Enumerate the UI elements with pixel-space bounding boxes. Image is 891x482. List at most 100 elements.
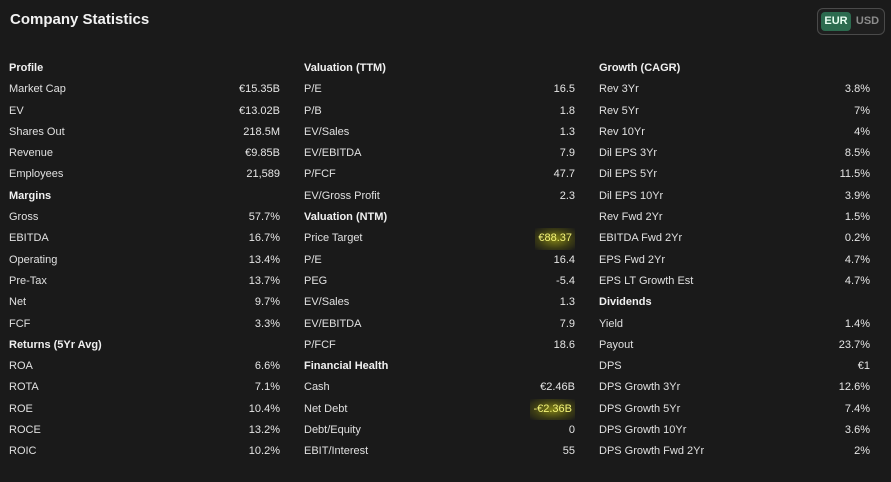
stat-row: ROE 10.4% [9, 399, 280, 420]
stat-label: DPS Growth Fwd 2Yr [599, 445, 705, 458]
stat-row: ROCE 13.2% [9, 420, 280, 441]
stat-value: €13.02B [239, 104, 280, 117]
stat-row: EV/Sales 1.3 [304, 122, 575, 143]
stat-label: Net Debt [304, 402, 348, 415]
stat-label: DPS Growth 5Yr [599, 402, 681, 415]
stat-row: Debt/Equity 0 [304, 420, 575, 441]
stat-value: 0 [568, 424, 575, 437]
section-title: Valuation (NTM) [304, 211, 388, 224]
stat-label: P/B [304, 104, 322, 117]
currency-option-eur[interactable]: EUR [821, 12, 851, 31]
stat-label: ROE [9, 402, 33, 415]
stat-label: Rev Fwd 2Yr [599, 211, 663, 224]
stat-value: 16.5 [553, 83, 575, 96]
stat-label: EBIT/Interest [304, 445, 369, 458]
currency-toggle[interactable]: EUR USD [817, 8, 885, 35]
section-title: Financial Health [304, 360, 389, 373]
stat-value-highlighted: -€2.36B [530, 398, 575, 421]
stat-row: Rev 3Yr 3.8% [599, 79, 870, 100]
stat-row: Employees 21,589 [9, 164, 280, 185]
stat-label: EV/EBITDA [304, 317, 362, 330]
stat-value: 7.9 [559, 317, 575, 330]
stat-label: EPS Fwd 2Yr [599, 253, 666, 266]
stat-row: Rev 10Yr 4% [599, 122, 870, 143]
stat-value: 4.7% [844, 274, 870, 287]
stat-value: 7.9 [559, 147, 575, 160]
stat-value: 3.9% [844, 189, 870, 202]
stat-value: 10.4% [248, 402, 280, 415]
stat-row: EV €13.02B [9, 101, 280, 122]
stat-label: EV/EBITDA [304, 147, 362, 160]
stat-label: EBITDA [9, 232, 49, 245]
stat-label: DPS Growth 10Yr [599, 424, 687, 437]
stat-value: 2.3 [559, 189, 575, 202]
stat-row: P/FCF 47.7 [304, 164, 575, 185]
stat-label: Rev 5Yr [599, 104, 639, 117]
stat-row: EBITDA Fwd 2Yr 0.2% [599, 228, 870, 249]
stat-label: ROIC [9, 445, 37, 458]
stat-value: 1.5% [844, 211, 870, 224]
stat-value: €9.85B [245, 147, 280, 160]
stat-row: Market Cap €15.35B [9, 79, 280, 100]
stat-row: EBITDA 16.7% [9, 228, 280, 249]
stat-label: PEG [304, 274, 328, 287]
stat-label: Cash [304, 381, 330, 394]
stat-label: Dil EPS 10Yr [599, 189, 664, 202]
stat-value: 3.6% [844, 424, 870, 437]
stat-value: 218.5M [243, 125, 280, 138]
stat-label: EV/Sales [304, 296, 350, 309]
stat-label: Rev 10Yr [599, 125, 645, 138]
section-title: Margins [9, 189, 52, 202]
stat-value: 11.5% [839, 168, 870, 181]
stat-row: Pre-Tax 13.7% [9, 271, 280, 292]
stat-row: ROA 6.6% [9, 356, 280, 377]
stat-value: 0.2% [844, 232, 870, 245]
stat-row: Payout 23.7% [599, 335, 870, 356]
section-title: Profile [9, 62, 44, 74]
stat-value: 3.8% [844, 83, 870, 96]
stat-value: 7.1% [254, 381, 280, 394]
stat-label: Shares Out [9, 125, 65, 138]
stat-label: P/FCF [304, 338, 336, 351]
stat-value: -5.4 [556, 274, 575, 287]
stat-value: 4% [854, 125, 870, 138]
stat-row: EV/Sales 1.3 [304, 292, 575, 313]
stat-value: 21,589 [246, 168, 280, 181]
stat-row: Price Target €88.37 [304, 228, 575, 250]
stat-value: 1.3 [559, 125, 575, 138]
stat-value: €1 [857, 360, 870, 373]
stat-value: 23.7% [838, 338, 870, 351]
stat-label: Market Cap [9, 83, 66, 96]
stat-value: 16.4 [553, 253, 575, 266]
stat-value: 2% [854, 445, 870, 458]
stat-label: FCF [9, 317, 31, 330]
stat-value: 9.7% [254, 296, 280, 309]
currency-option-usd[interactable]: USD [853, 12, 882, 31]
stat-value: 3.3% [254, 317, 280, 330]
stat-row: DPS Growth Fwd 2Yr 2% [599, 441, 870, 462]
section-title: Dividends [599, 296, 652, 309]
stat-label: P/E [304, 253, 322, 266]
stat-value: 7% [854, 104, 870, 117]
stat-value: 57.7% [248, 211, 280, 224]
stat-row: DPS Growth 3Yr 12.6% [599, 377, 870, 398]
section-title: Valuation (TTM) [304, 62, 386, 74]
stat-value: 12.6% [838, 381, 870, 394]
stat-row: Cash €2.46B [304, 377, 575, 398]
stat-row: EV/EBITDA 7.9 [304, 314, 575, 335]
stat-label: ROCE [9, 424, 41, 437]
stat-value: 4.7% [844, 253, 870, 266]
stat-label: P/E [304, 83, 322, 96]
stat-row: Gross 57.7% [9, 207, 280, 228]
stat-label: Revenue [9, 147, 54, 160]
stat-label: DPS Growth 3Yr [599, 381, 681, 394]
stat-value: 13.7% [248, 274, 280, 287]
stat-value: 10.2% [248, 445, 280, 458]
stat-label: EBITDA Fwd 2Yr [599, 232, 683, 245]
stats-column-2: Valuation (TTM) P/E 16.5 P/B 1.8 EV/Sales 1.3 E… [304, 58, 575, 463]
stat-row: Revenue €9.85B [9, 143, 280, 164]
stat-label: Debt/Equity [304, 424, 361, 437]
stat-label: ROA [9, 360, 33, 373]
stat-row: EPS LT Growth Est 4.7% [599, 271, 870, 292]
stats-column-3: Growth (CAGR) Rev 3Yr 3.8% Rev 5Yr 7% Rev 10Y… [599, 58, 870, 463]
